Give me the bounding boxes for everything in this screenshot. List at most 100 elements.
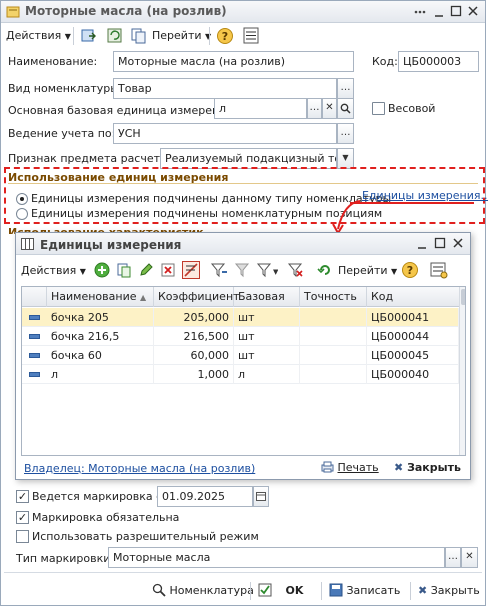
table-row[interactable]: бочка 205 205,000 шт ЦБ000041 <box>22 308 459 327</box>
nomenclature-button[interactable]: Номенклатура <box>152 582 254 600</box>
units-close-button[interactable]: ✖ Закрыть <box>394 459 461 477</box>
weight-checkbox[interactable] <box>372 102 385 115</box>
type-select-button[interactable]: … <box>337 78 354 99</box>
delete-mark-icon[interactable] <box>160 262 176 278</box>
header-icon-col <box>22 287 47 307</box>
table-row[interactable]: л 1,000 л ЦБ000040 <box>22 365 459 384</box>
marked-checkbox[interactable]: ✓ <box>16 490 29 503</box>
table-row[interactable]: бочка 216,5 216,500 шт ЦБ000044 <box>22 327 459 346</box>
cell-coef: 205,000 <box>154 308 234 327</box>
svg-text:?: ? <box>222 30 228 43</box>
help-icon[interactable]: ? <box>216 27 234 45</box>
code-input[interactable]: ЦБ000003 <box>398 51 479 72</box>
ok-label: OK <box>285 584 304 597</box>
chevron-down-icon: ▼ <box>64 32 71 41</box>
close-label: Закрыть <box>407 461 461 474</box>
copy-icon[interactable] <box>116 262 132 278</box>
filter-icon[interactable] <box>210 262 228 278</box>
units-by-type-radio[interactable] <box>16 193 28 205</box>
owner-link[interactable]: Владелец: Моторные масла (на розлив) <box>24 462 255 475</box>
unit-input[interactable]: л <box>214 98 307 119</box>
header-name[interactable]: Наименование ▲ <box>47 287 154 307</box>
marking-type-select-button[interactable]: … <box>445 547 461 568</box>
units-by-position-radio[interactable] <box>16 208 28 220</box>
name-input[interactable]: Моторные масла (на розлив) <box>113 51 354 72</box>
header-base[interactable]: Базовая <box>234 287 300 307</box>
chevron-down-icon: ▼ <box>391 267 398 276</box>
accounting-select-button[interactable]: … <box>337 123 354 144</box>
cell-precision <box>300 365 367 384</box>
calendar-button[interactable] <box>253 486 269 507</box>
unit-search-button[interactable] <box>337 98 354 119</box>
cell-name: бочка 216,5 <box>47 327 154 346</box>
name-label: Наименование: <box>8 55 98 68</box>
goto-menu[interactable]: Перейти ▼ <box>152 28 211 44</box>
units-link[interactable]: Единицы измерения... <box>362 189 488 202</box>
ok-button[interactable]: OK <box>258 582 303 600</box>
sort-asc-icon: ▲ <box>139 293 147 302</box>
help-icon[interactable]: ? <box>401 261 419 279</box>
units-goto-menu[interactable]: Перейти ▼ <box>338 263 397 280</box>
header-coef[interactable]: Коэффициент <box>154 287 240 307</box>
menu-dots-icon[interactable] <box>414 7 426 17</box>
refresh-icon[interactable] <box>106 27 123 44</box>
cell-base: шт <box>234 327 300 346</box>
list-icon[interactable] <box>243 27 259 44</box>
close-icon[interactable] <box>467 5 479 17</box>
minimize-icon[interactable] <box>416 238 428 250</box>
maximize-icon[interactable] <box>450 5 462 17</box>
permissive-checkbox[interactable] <box>16 530 29 543</box>
unit-clear-button[interactable]: ✕ <box>322 98 337 119</box>
units-window-title: Единицы измерения <box>40 238 182 252</box>
table-row[interactable]: бочка 60 60,000 шт ЦБ000045 <box>22 346 459 365</box>
refresh-icon[interactable] <box>317 262 333 278</box>
required-label: Маркировка обязательна <box>32 511 180 524</box>
print-label: Печать <box>337 461 379 474</box>
scrollbar-thumb[interactable] <box>461 289 465 305</box>
subject-input[interactable]: Реализуемый подакцизный товар <box>160 148 337 169</box>
subject-label: Признак предмета расчета: <box>8 152 171 165</box>
actions-menu[interactable]: Действия ▼ <box>6 28 71 44</box>
search-icon <box>340 103 351 114</box>
add-icon[interactable] <box>94 262 110 278</box>
filter-history-icon[interactable]: ▼ <box>256 262 278 278</box>
goto-label: Перейти <box>152 29 202 42</box>
marking-type-clear-button[interactable]: ✕ <box>461 547 478 568</box>
required-checkbox[interactable]: ✓ <box>16 511 29 524</box>
marking-type-input[interactable]: Моторные масла <box>108 547 445 568</box>
edit-icon[interactable] <box>138 262 154 278</box>
unit-select-button[interactable]: … <box>307 98 322 119</box>
save-new-icon[interactable] <box>80 27 97 44</box>
save-label: Записать <box>346 584 401 597</box>
save-button[interactable]: Записать <box>329 582 400 600</box>
table-scrollbar[interactable] <box>459 287 465 455</box>
table-header: Наименование ▲ Коэффициент Базовая Точно… <box>22 287 459 307</box>
window-icon <box>6 6 20 18</box>
header-code[interactable]: Код <box>367 287 459 307</box>
settings-list-icon[interactable] <box>430 261 448 279</box>
filter-by-value-icon[interactable] <box>234 262 250 278</box>
set-base-icon[interactable] <box>182 261 200 279</box>
subject-dropdown-button[interactable]: ▼ <box>337 148 354 169</box>
nomenclature-label: Номенклатура <box>169 584 254 597</box>
header-precision[interactable]: Точность <box>300 287 367 307</box>
close-icon[interactable] <box>452 237 464 249</box>
type-input[interactable]: Товар <box>113 78 337 99</box>
maximize-icon[interactable] <box>434 237 446 249</box>
close-button[interactable]: ✖ Закрыть <box>418 582 480 600</box>
copy-icon[interactable] <box>130 27 147 44</box>
weight-label: Весовой <box>388 102 436 115</box>
accounting-input[interactable]: УСН <box>113 123 337 144</box>
print-button[interactable]: Печать <box>321 459 379 477</box>
units-window: Единицы измерения Действия ▼ ▼ Перейти ▼… <box>15 232 471 480</box>
minimize-icon[interactable] <box>433 6 445 18</box>
save-icon <box>329 583 343 597</box>
search-icon <box>152 583 166 597</box>
clear-filter-icon[interactable] <box>287 262 303 278</box>
cell-code: ЦБ000041 <box>367 308 459 327</box>
cell-base: шт <box>234 346 300 365</box>
marked-date-input[interactable]: 01.09.2025 <box>157 486 253 507</box>
units-actions-menu[interactable]: Действия ▼ <box>21 263 86 280</box>
unit-row-icon <box>29 334 40 339</box>
unit-row-icon <box>29 315 40 320</box>
